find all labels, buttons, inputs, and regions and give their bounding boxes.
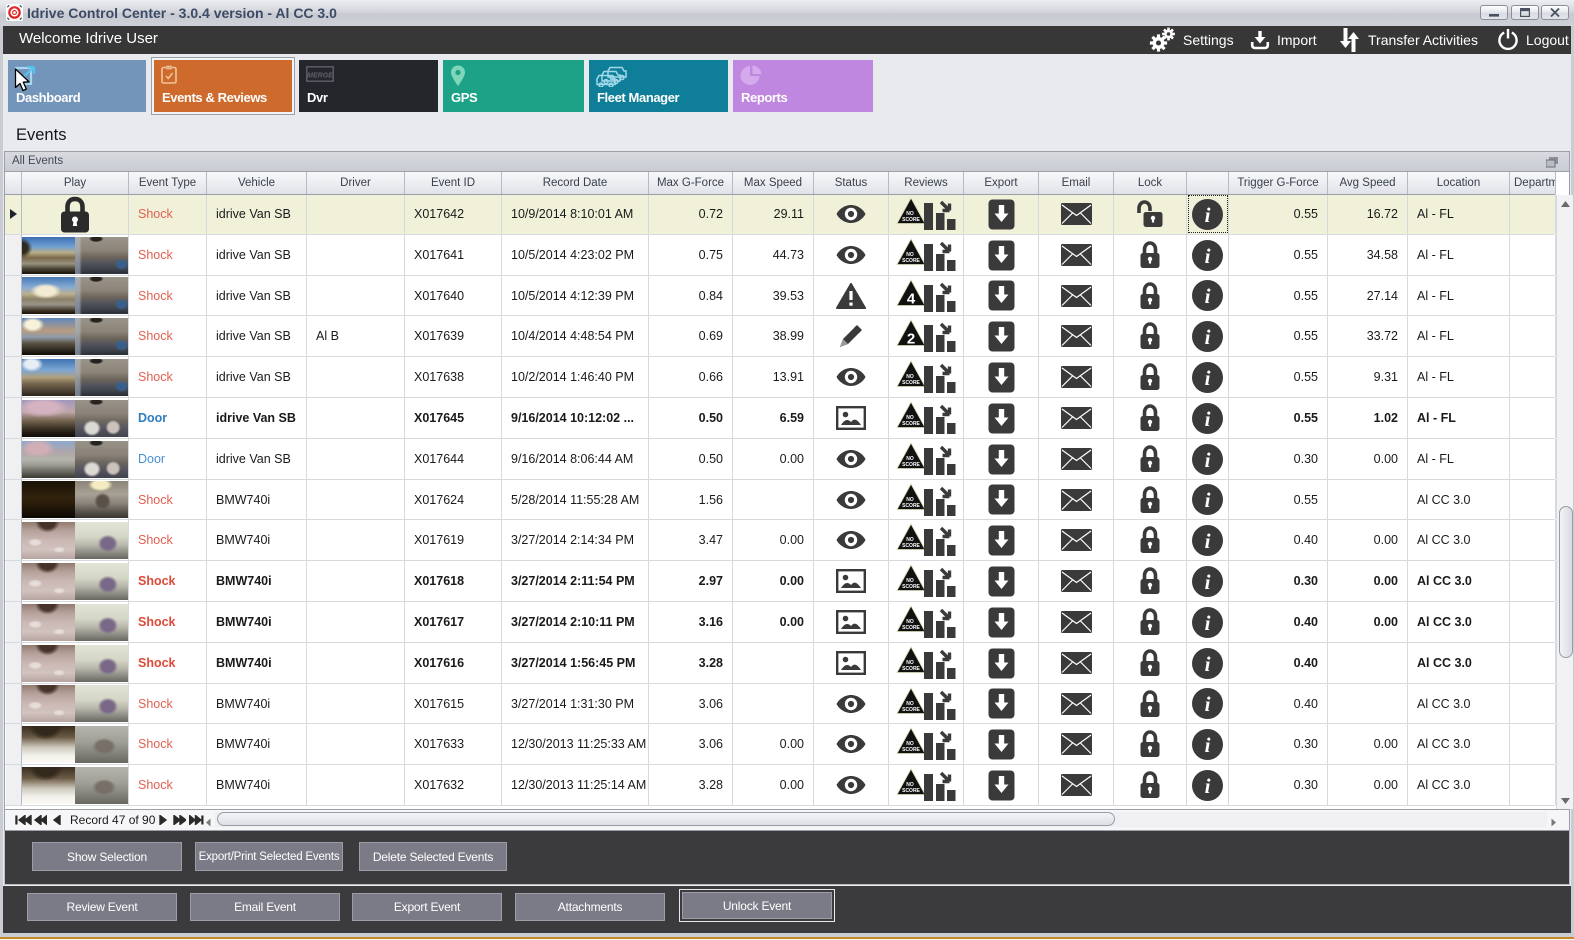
- svg-text:i: i: [1205, 244, 1211, 268]
- svg-text:SCORE: SCORE: [902, 503, 920, 509]
- svg-text:4: 4: [907, 290, 916, 307]
- svg-text:i: i: [1205, 733, 1211, 757]
- svg-text:i: i: [1205, 570, 1211, 594]
- svg-text:i: i: [1205, 203, 1211, 227]
- svg-text:i: i: [1205, 488, 1211, 512]
- svg-text:i: i: [1205, 692, 1211, 716]
- svg-text:i: i: [1205, 284, 1211, 308]
- svg-text:SCORE: SCORE: [902, 788, 920, 794]
- svg-text:i: i: [1205, 325, 1211, 349]
- svg-text:MERGE: MERGE: [307, 73, 333, 80]
- svg-text:i: i: [1205, 529, 1211, 553]
- svg-text:SCORE: SCORE: [902, 666, 920, 672]
- svg-text:i: i: [1205, 774, 1211, 798]
- svg-text:SCORE: SCORE: [902, 258, 920, 264]
- svg-text:SCORE: SCORE: [902, 747, 920, 753]
- svg-text:2: 2: [907, 331, 915, 348]
- svg-text:i: i: [1205, 366, 1211, 390]
- svg-text:SCORE: SCORE: [902, 707, 920, 713]
- svg-text:i: i: [1205, 611, 1211, 635]
- svg-text:i: i: [1205, 448, 1211, 472]
- svg-text:SCORE: SCORE: [902, 625, 920, 631]
- svg-text:SCORE: SCORE: [902, 380, 920, 386]
- svg-text:i: i: [1205, 652, 1211, 676]
- svg-text:SCORE: SCORE: [902, 584, 920, 590]
- svg-text:SCORE: SCORE: [902, 217, 920, 223]
- svg-text:i: i: [1205, 407, 1211, 431]
- svg-text:SCORE: SCORE: [902, 462, 920, 468]
- svg-text:SCORE: SCORE: [902, 421, 920, 427]
- svg-text:SCORE: SCORE: [902, 543, 920, 549]
